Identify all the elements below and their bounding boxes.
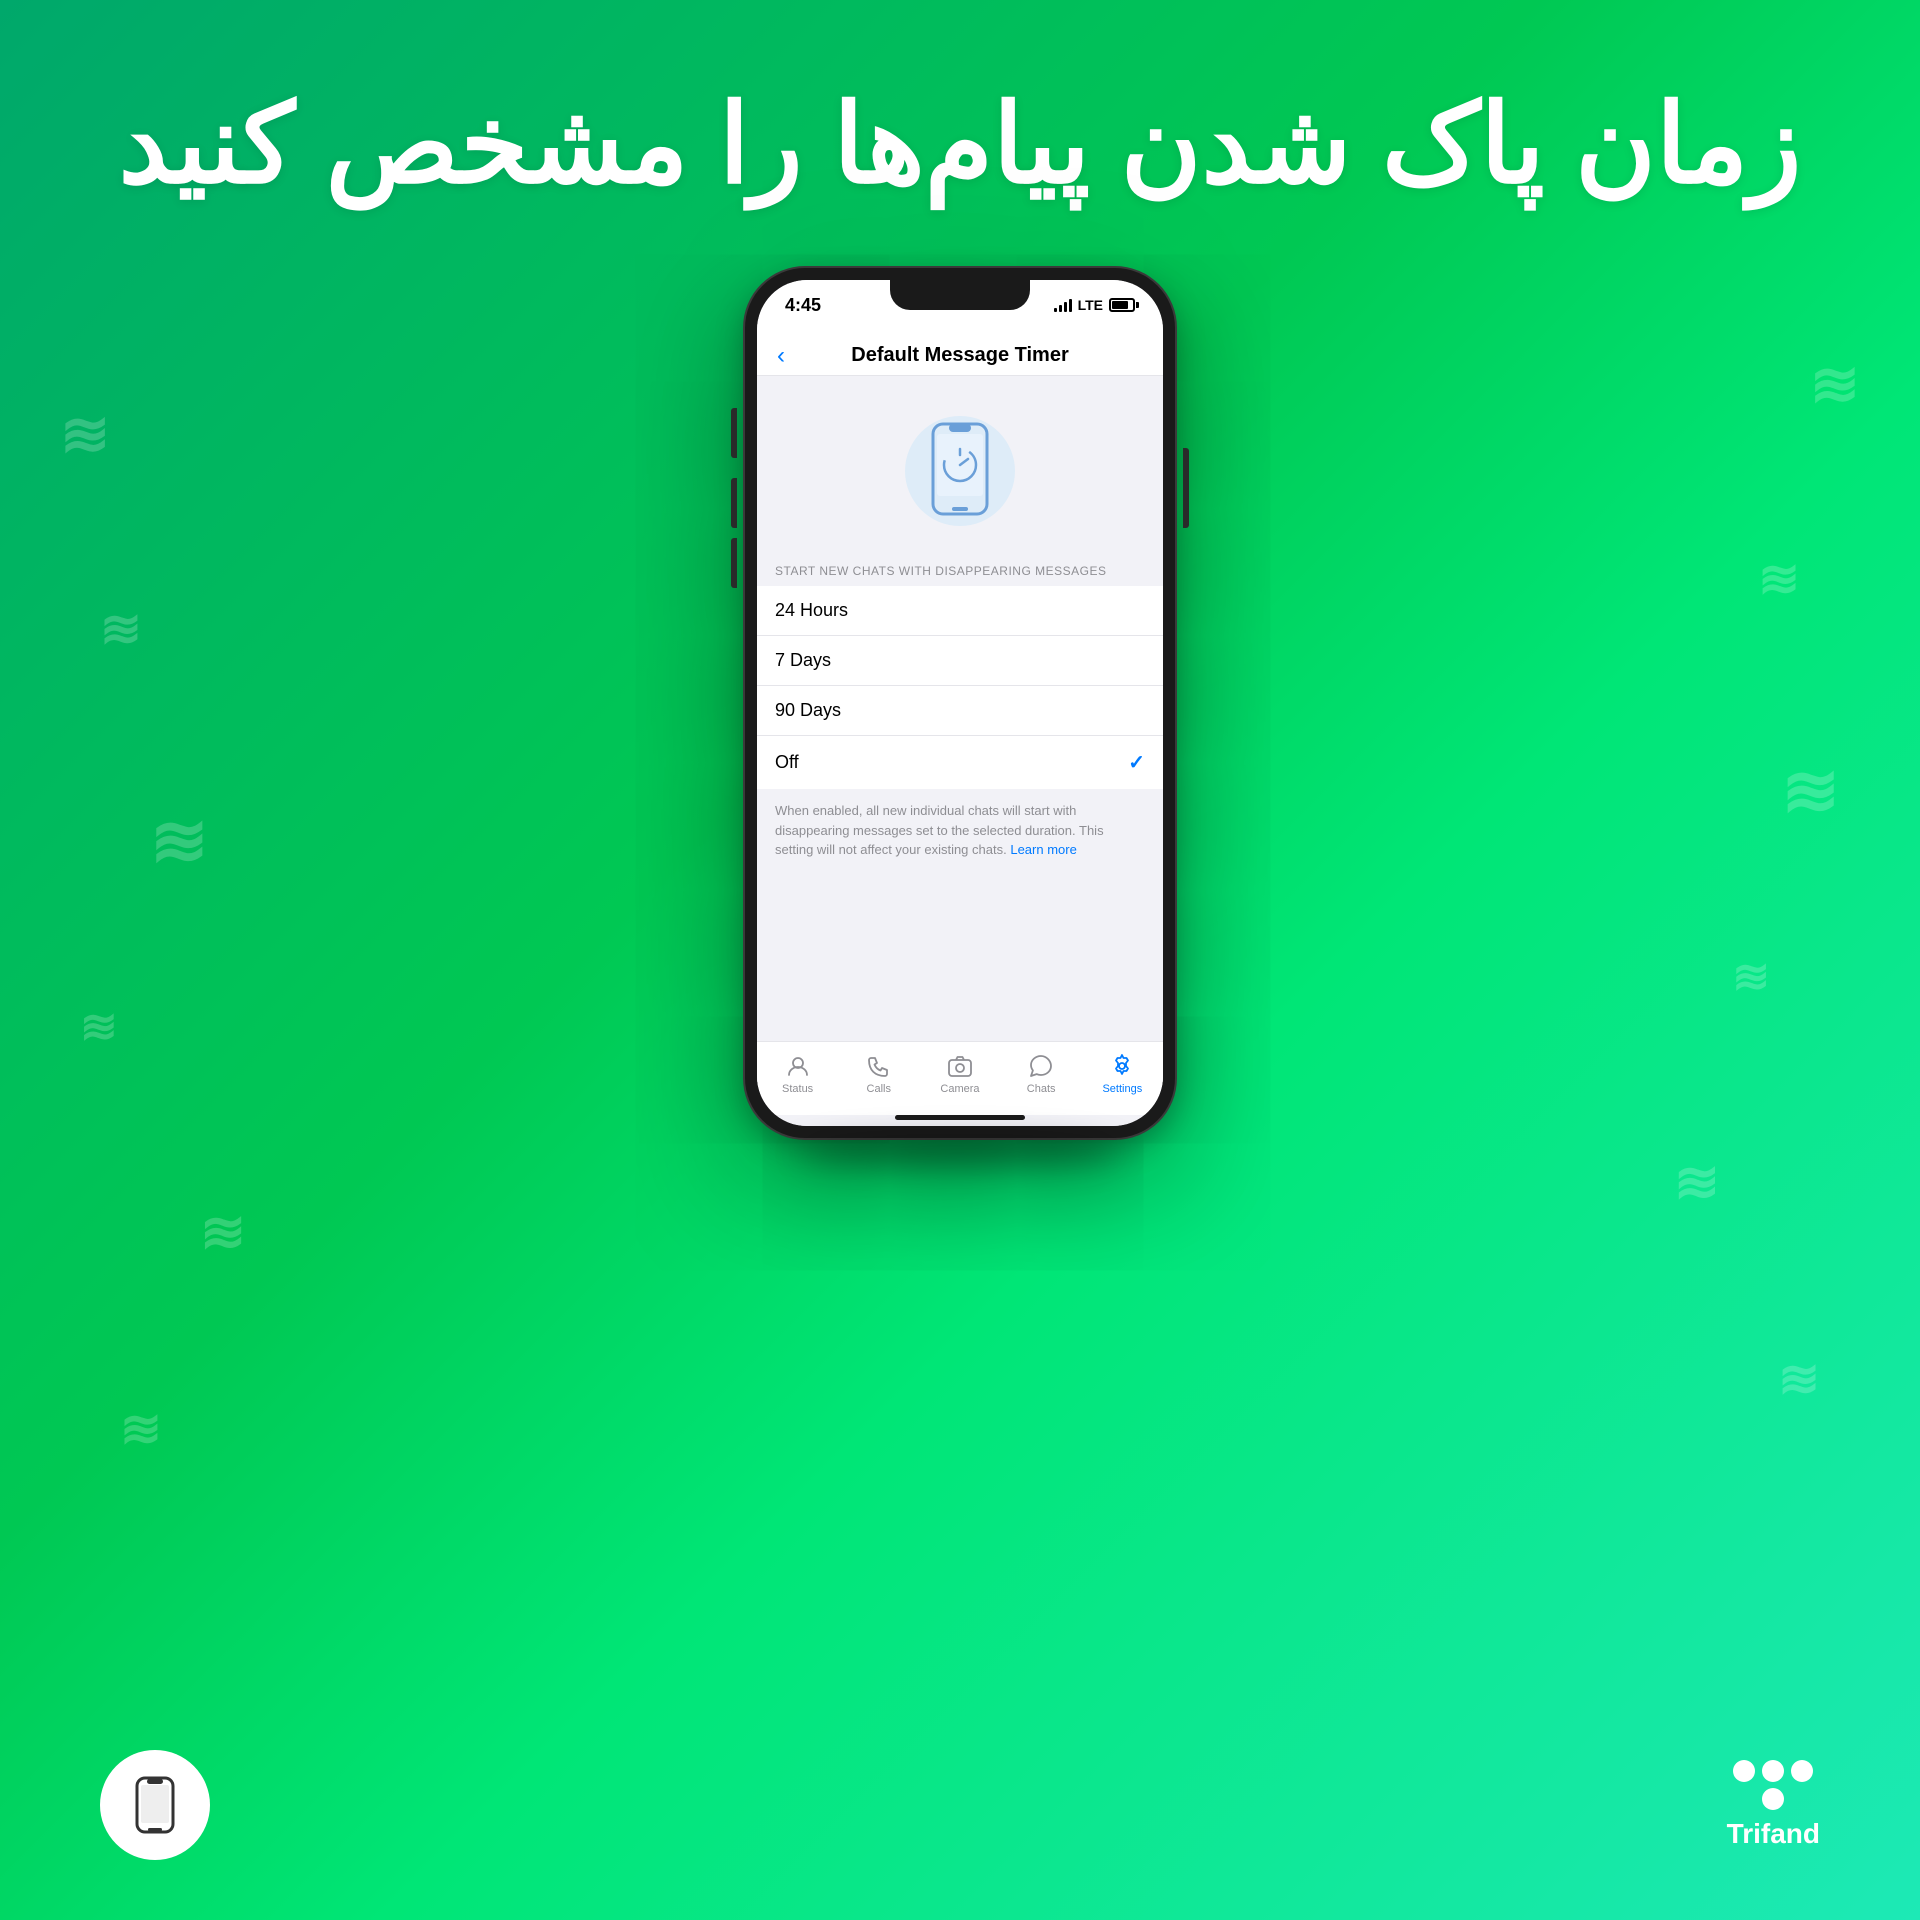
option-off-label: Off xyxy=(775,752,799,773)
phone-timer-icon xyxy=(925,419,995,524)
home-indicator xyxy=(895,1115,1025,1120)
battery-icon xyxy=(1109,298,1135,312)
trifand-brand-name: Trifand xyxy=(1727,1818,1820,1850)
trifand-dot-1 xyxy=(1733,1760,1755,1782)
phone-logo-circle xyxy=(100,1750,210,1860)
settings-tab-icon xyxy=(1108,1052,1136,1080)
tab-chats[interactable]: Chats xyxy=(1011,1052,1071,1095)
phone-shadow xyxy=(800,1138,1120,1168)
section-label: START NEW CHATS WITH DISAPPEARING MESSAG… xyxy=(775,564,1107,578)
tab-calls[interactable]: Calls xyxy=(849,1052,909,1095)
option-90days-label: 90 Days xyxy=(775,700,841,721)
description-area: When enabled, all new individual chats w… xyxy=(757,789,1163,1041)
back-button[interactable]: ‹ xyxy=(777,342,785,370)
signal-bar-3 xyxy=(1064,302,1067,312)
screen-content: START NEW CHATS WITH DISAPPEARING MESSAG… xyxy=(757,376,1163,1126)
tab-bar: Status Calls xyxy=(757,1041,1163,1115)
option-24hours-label: 24 Hours xyxy=(775,600,848,621)
chats-tab-icon xyxy=(1027,1052,1055,1080)
timer-icon-area xyxy=(757,376,1163,556)
chats-tab-label: Chats xyxy=(1027,1083,1056,1095)
phone-screen: 4:45 LTE ‹ Defau xyxy=(757,280,1163,1126)
phone-logo-icon xyxy=(125,1775,185,1835)
tab-settings[interactable]: Settings xyxy=(1092,1052,1152,1095)
signal-bar-4 xyxy=(1069,299,1072,312)
status-tab-label: Status xyxy=(782,1083,813,1095)
status-tab-icon xyxy=(784,1052,812,1080)
tab-status[interactable]: Status xyxy=(768,1052,828,1095)
camera-tab-icon xyxy=(946,1052,974,1080)
phone-frame: 4:45 LTE ‹ Defau xyxy=(745,268,1175,1138)
options-list: 24 Hours 7 Days 90 Days Off ✓ xyxy=(757,586,1163,789)
phone-timer-icon-wrap xyxy=(895,406,1025,536)
trifand-dot-2 xyxy=(1762,1760,1784,1782)
option-7days[interactable]: 7 Days xyxy=(757,636,1163,686)
trifand-dot-3 xyxy=(1791,1760,1813,1782)
option-24hours[interactable]: 24 Hours xyxy=(757,586,1163,636)
bottom-logos-bar: Trifand xyxy=(0,1750,1920,1860)
signal-bar-1 xyxy=(1054,308,1057,312)
nav-bar: ‹ Default Message Timer xyxy=(757,330,1163,376)
section-header: START NEW CHATS WITH DISAPPEARING MESSAG… xyxy=(757,556,1163,586)
trifand-dot-5 xyxy=(1762,1788,1784,1810)
nav-title: Default Message Timer xyxy=(851,344,1069,367)
notch-cutout xyxy=(890,280,1030,310)
signal-bars-icon xyxy=(1054,298,1072,312)
description-text: When enabled, all new individual chats w… xyxy=(775,801,1145,860)
tab-camera[interactable]: Camera xyxy=(930,1052,990,1095)
page-headline: زمان پاک شدن پیام‌ها را مشخص کنید xyxy=(119,80,1802,208)
status-bar: 4:45 LTE xyxy=(757,280,1163,330)
trifand-dots xyxy=(1733,1760,1813,1810)
trifand-dot-6-empty xyxy=(1791,1788,1813,1810)
settings-tab-label: Settings xyxy=(1102,1083,1142,1095)
learn-more-link[interactable]: Learn more xyxy=(1010,842,1076,857)
lte-label: LTE xyxy=(1078,297,1103,313)
camera-tab-label: Camera xyxy=(940,1083,979,1095)
calls-tab-label: Calls xyxy=(867,1083,891,1095)
option-off[interactable]: Off ✓ xyxy=(757,736,1163,789)
status-time: 4:45 xyxy=(785,295,821,316)
calls-tab-icon xyxy=(865,1052,893,1080)
phone-mockup: 4:45 LTE ‹ Defau xyxy=(745,268,1175,1168)
trifand-dot-4-empty xyxy=(1733,1788,1755,1810)
status-icons: LTE xyxy=(1054,297,1135,313)
signal-bar-2 xyxy=(1059,305,1062,312)
option-90days[interactable]: 90 Days xyxy=(757,686,1163,736)
option-7days-label: 7 Days xyxy=(775,650,831,671)
battery-fill xyxy=(1112,301,1128,309)
selected-checkmark: ✓ xyxy=(1128,750,1145,775)
trifand-logo: Trifand xyxy=(1727,1760,1820,1850)
